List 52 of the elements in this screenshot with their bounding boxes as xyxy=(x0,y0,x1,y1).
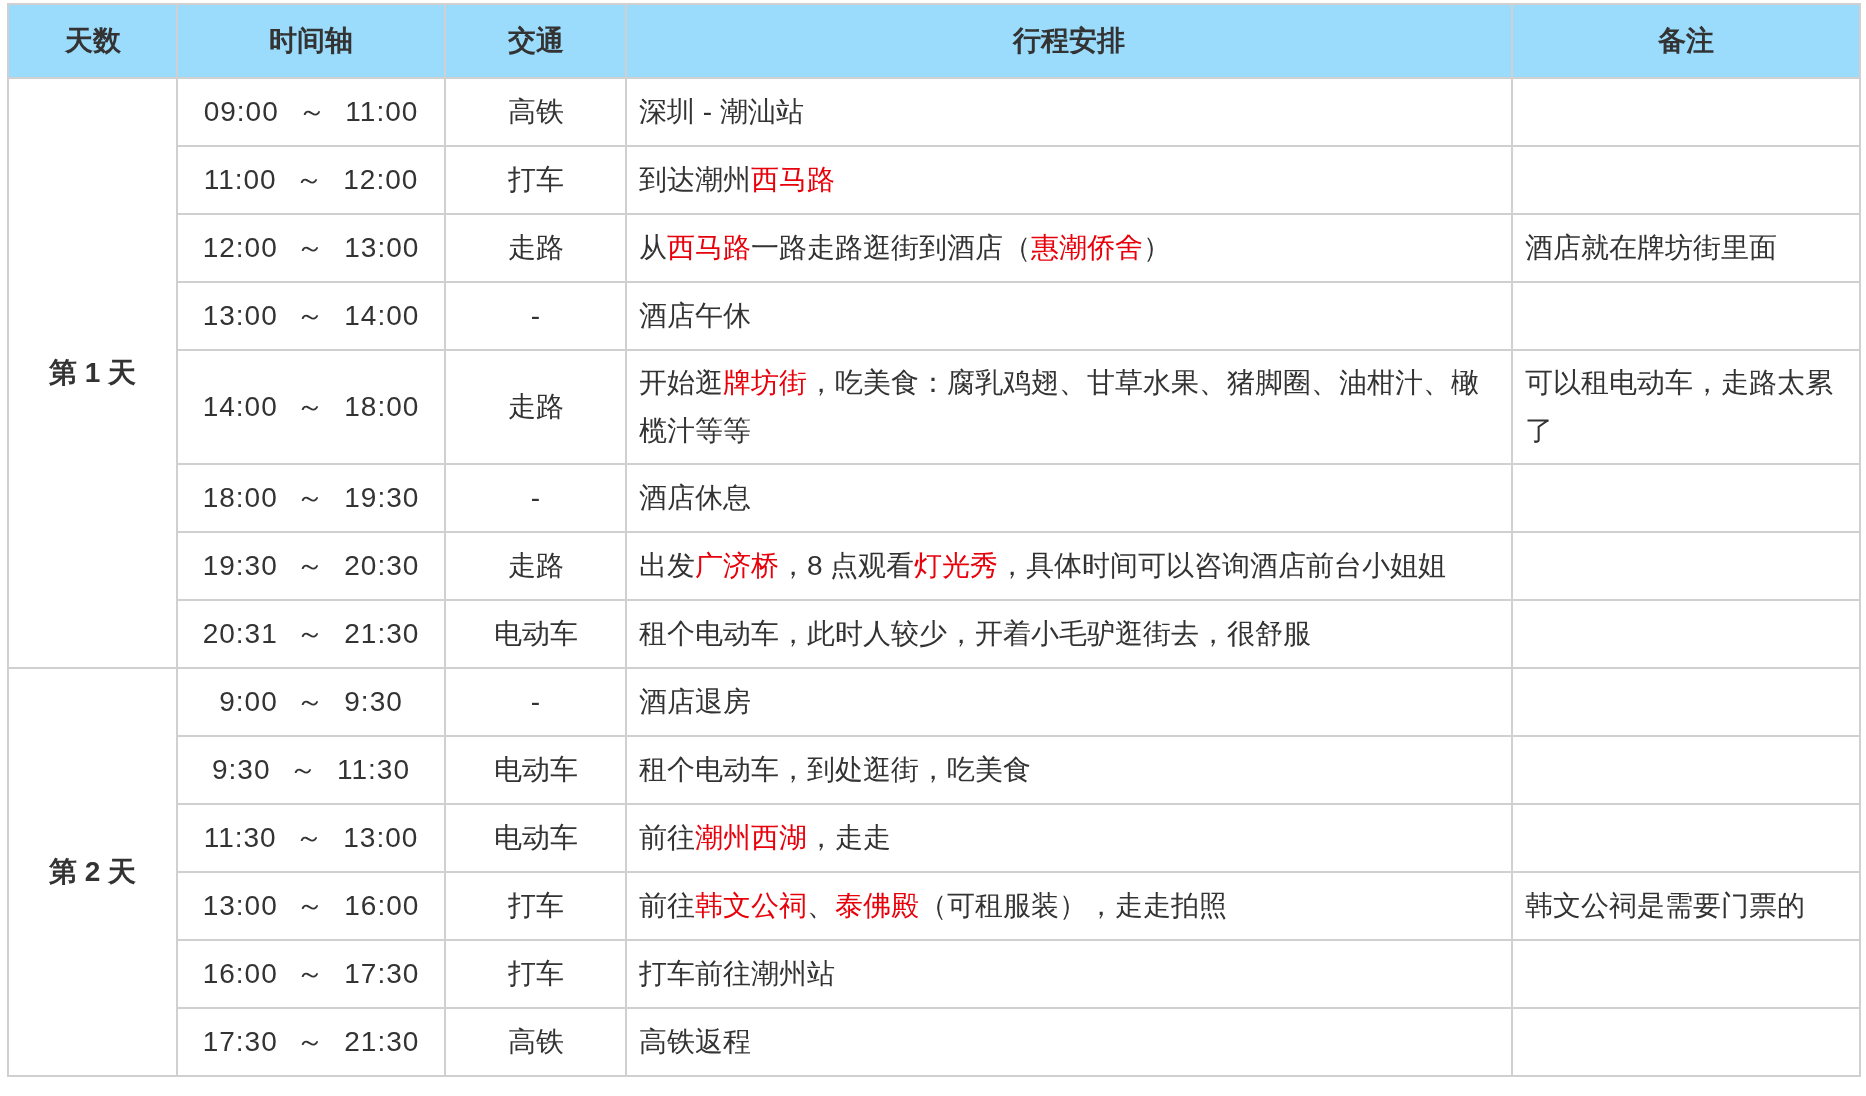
column-header: 行程安排 xyxy=(626,4,1512,78)
itinerary-text: 高铁返程 xyxy=(639,1026,751,1057)
transport-cell: 走路 xyxy=(445,532,626,600)
itinerary-text: 深圳 - 潮汕站 xyxy=(639,96,804,127)
transport-cell: 电动车 xyxy=(445,736,626,804)
transport-cell: 电动车 xyxy=(445,804,626,872)
time-cell: 17:30 ～ 21:30 xyxy=(177,1008,445,1076)
itinerary-text: 租个电动车，到处逛街，吃美食 xyxy=(639,754,1031,785)
time-cell: 12:00 ～ 13:00 xyxy=(177,214,445,282)
time-cell: 14:00 ～ 18:00 xyxy=(177,350,445,464)
itinerary-text: 打车前往潮州站 xyxy=(639,958,835,989)
itinerary-text: 前往韩文公祠、泰佛殿（可租服装），走走拍照 xyxy=(639,890,1227,921)
column-header: 天数 xyxy=(8,4,177,78)
time-cell: 9:00 ～ 9:30 xyxy=(177,668,445,736)
day-cell: 第 2 天 xyxy=(8,668,177,1076)
transport-cell: 高铁 xyxy=(445,1008,626,1076)
itinerary-text: 酒店休息 xyxy=(639,482,751,513)
transport-cell: 电动车 xyxy=(445,600,626,668)
time-cell: 16:00 ～ 17:30 xyxy=(177,940,445,1008)
itinerary-text: 前往潮州西湖，走走 xyxy=(639,822,891,853)
itinerary-text: 酒店退房 xyxy=(639,686,751,717)
day-cell: 第 1 天 xyxy=(8,78,177,668)
transport-cell: 走路 xyxy=(445,350,626,464)
transport-cell: - xyxy=(445,464,626,532)
time-cell: 19:30 ～ 20:30 xyxy=(177,532,445,600)
transport-cell: 打车 xyxy=(445,940,626,1008)
itinerary-text: 从西马路一路走路逛街到酒店（惠潮侨舍） xyxy=(639,232,1171,263)
itinerary-text: 开始逛牌坊街，吃美食：腐乳鸡翅、甘草水果、猪脚圈、油柑汁、橄榄汁等等 xyxy=(639,367,1479,446)
column-header: 备注 xyxy=(1512,4,1860,78)
time-cell: 18:00 ～ 19:30 xyxy=(177,464,445,532)
column-header: 交通 xyxy=(445,4,626,78)
column-header: 时间轴 xyxy=(177,4,445,78)
itinerary-text: 出发广济桥，8 点观看灯光秀，具体时间可以咨询酒店前台小姐姐 xyxy=(639,550,1447,581)
transport-cell: 打车 xyxy=(445,872,626,940)
transport-cell: 高铁 xyxy=(445,78,626,146)
itinerary-text: 酒店午休 xyxy=(639,300,751,331)
time-cell: 11:30 ～ 13:00 xyxy=(177,804,445,872)
transport-cell: - xyxy=(445,668,626,736)
time-cell: 13:00 ～ 14:00 xyxy=(177,282,445,350)
transport-cell: - xyxy=(445,282,626,350)
transport-cell: 走路 xyxy=(445,214,626,282)
note-cell: 韩文公祠是需要门票的 xyxy=(1512,872,1860,940)
itinerary-text: 到达潮州西马路 xyxy=(639,164,835,195)
note-cell: 酒店就在牌坊街里面 xyxy=(1512,214,1860,282)
time-cell: 11:00 ～ 12:00 xyxy=(177,146,445,214)
time-cell: 9:30 ～ 11:30 xyxy=(177,736,445,804)
itinerary-text: 租个电动车，此时人较少，开着小毛驴逛街去，很舒服 xyxy=(639,618,1311,649)
time-cell: 09:00 ～ 11:00 xyxy=(177,78,445,146)
time-cell: 20:31 ～ 21:30 xyxy=(177,600,445,668)
time-cell: 13:00 ～ 16:00 xyxy=(177,872,445,940)
transport-cell: 打车 xyxy=(445,146,626,214)
note-cell: 可以租电动车，走路太累了 xyxy=(1512,350,1860,464)
